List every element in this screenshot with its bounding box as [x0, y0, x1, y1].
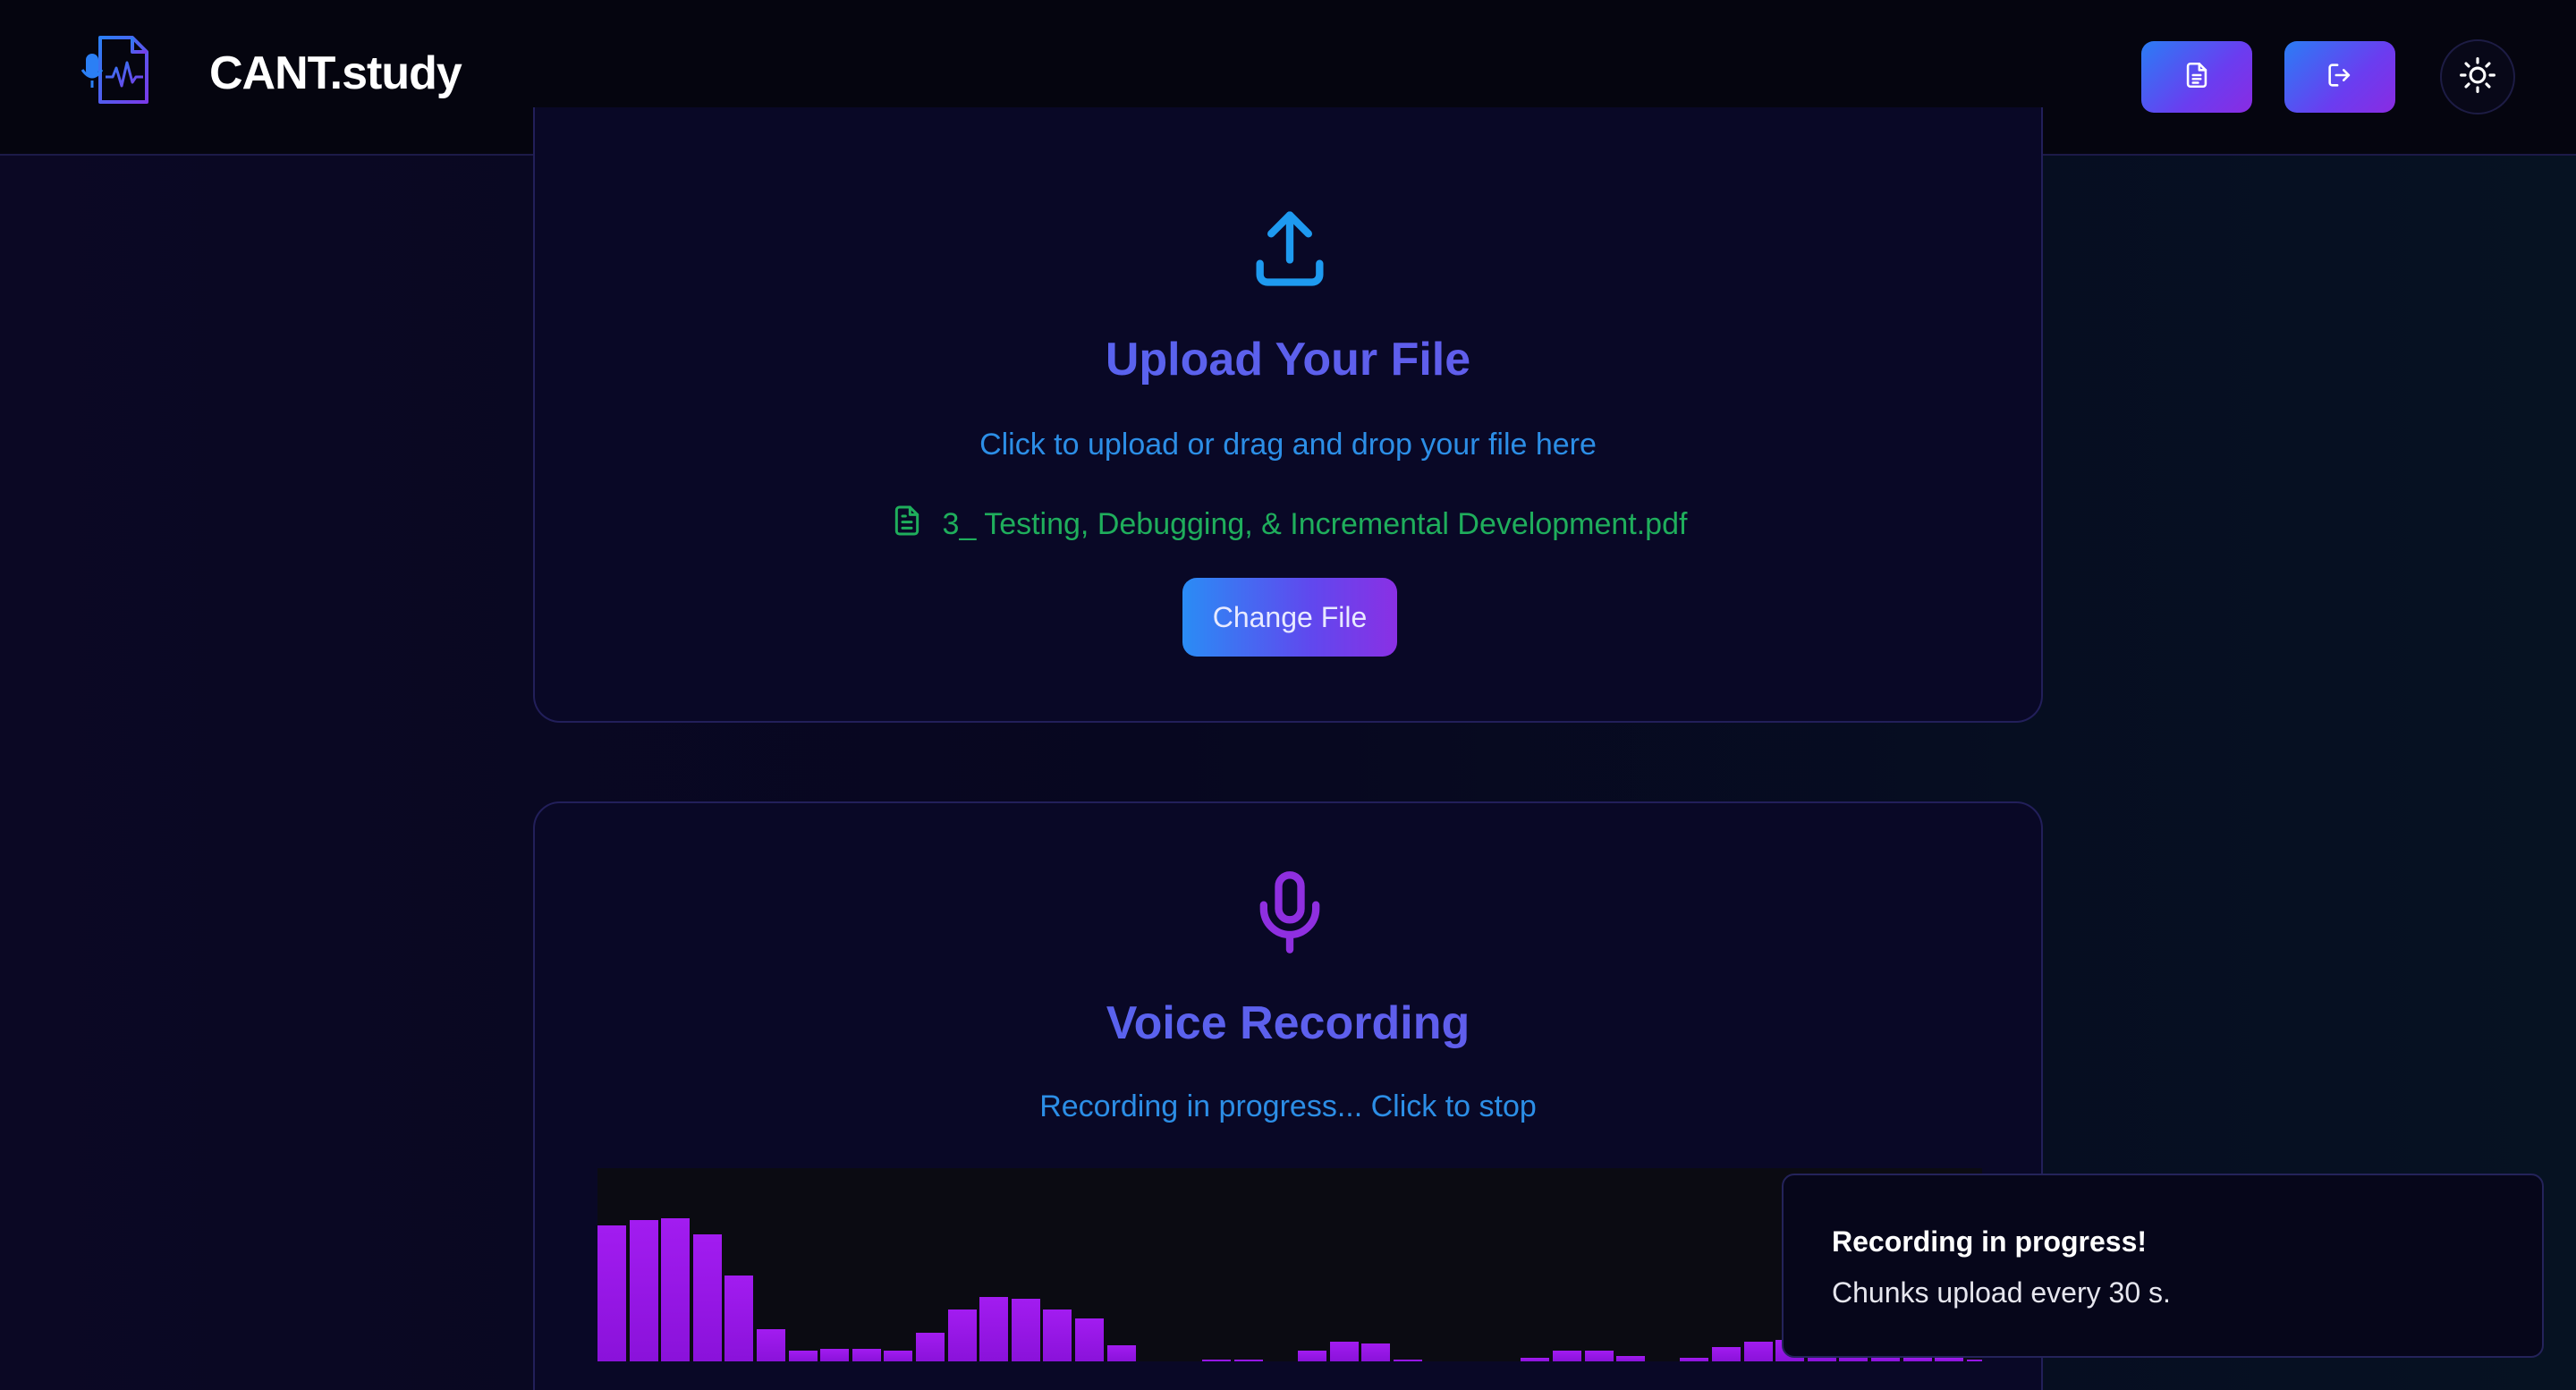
- visualizer-bar: [1298, 1351, 1326, 1361]
- visualizer-bar: [789, 1351, 818, 1361]
- selected-file: 3_ Testing, Debugging, & Incremental Dev…: [535, 501, 2041, 548]
- audio-visualizer: [597, 1168, 1982, 1361]
- visualizer-bar: [661, 1218, 690, 1361]
- visualizer-bar: [1361, 1343, 1390, 1361]
- visualizer-bar: [1712, 1347, 1741, 1361]
- file-name: 3_ Testing, Debugging, & Incremental Dev…: [942, 507, 1688, 541]
- upload-card[interactable]: Upload Your File Click to upload or drag…: [533, 107, 2043, 723]
- visualizer-bar: [852, 1349, 881, 1361]
- visualizer-bar: [1744, 1342, 1773, 1361]
- visualizer-bar: [597, 1225, 626, 1361]
- logout-button[interactable]: [2284, 41, 2395, 113]
- visualizer-bar: [916, 1333, 945, 1361]
- toast-message: Chunks upload every 30 s.: [1832, 1276, 2171, 1309]
- visualizer-bar: [1903, 1358, 1932, 1361]
- visualizer-bar: [1075, 1318, 1104, 1361]
- visualizer-bar: [820, 1349, 849, 1361]
- recording-toast: Recording in progress! Chunks upload eve…: [1782, 1174, 2544, 1358]
- logout-icon: [2325, 60, 2355, 95]
- visualizer-bar: [1202, 1360, 1231, 1361]
- visualizer-bar: [757, 1329, 785, 1361]
- microphone-icon: [1245, 868, 1335, 957]
- upload-subtitle: Click to upload or drag and drop your fi…: [979, 428, 1597, 462]
- visualizer-bar: [1330, 1342, 1359, 1361]
- theme-toggle-button[interactable]: [2440, 39, 2515, 114]
- visualizer-bar: [693, 1234, 722, 1361]
- upload-title: Upload Your File: [535, 333, 2041, 386]
- visualizer-bar: [1935, 1358, 1963, 1361]
- visualizer-bar: [630, 1220, 658, 1361]
- visualizer-bar: [1553, 1351, 1581, 1361]
- document-icon: [2182, 60, 2212, 95]
- visualizer-bar: [1012, 1299, 1040, 1361]
- recording-status[interactable]: Recording in progress... Click to stop: [535, 1089, 2041, 1124]
- visualizer-bar: [1521, 1358, 1549, 1361]
- visualizer-bar: [884, 1351, 912, 1361]
- visualizer-bar: [1616, 1356, 1645, 1361]
- visualizer-bar: [1585, 1351, 1614, 1361]
- visualizer-bar: [948, 1309, 977, 1361]
- voice-title: Voice Recording: [535, 996, 2041, 1050]
- visualizer-bar: [979, 1297, 1008, 1361]
- file-text-icon: [889, 501, 925, 548]
- visualizer-bar: [1107, 1345, 1136, 1361]
- visualizer-bar: [724, 1276, 753, 1361]
- app-title[interactable]: CANT.study: [209, 47, 462, 100]
- toast-title: Recording in progress!: [1832, 1225, 2148, 1258]
- visualizer-bar: [1394, 1360, 1422, 1361]
- visualizer-bar: [1043, 1309, 1072, 1361]
- upload-icon: [1245, 204, 1335, 293]
- visualizer-bar: [1680, 1358, 1708, 1361]
- change-file-button[interactable]: Change File: [1182, 578, 1397, 657]
- visualizer-bar: [1234, 1360, 1263, 1361]
- notes-button[interactable]: [2141, 41, 2252, 113]
- visualizer-bar: [1967, 1360, 1982, 1361]
- sun-icon: [2459, 56, 2496, 98]
- document-microphone-waveform-icon[interactable]: [80, 32, 157, 109]
